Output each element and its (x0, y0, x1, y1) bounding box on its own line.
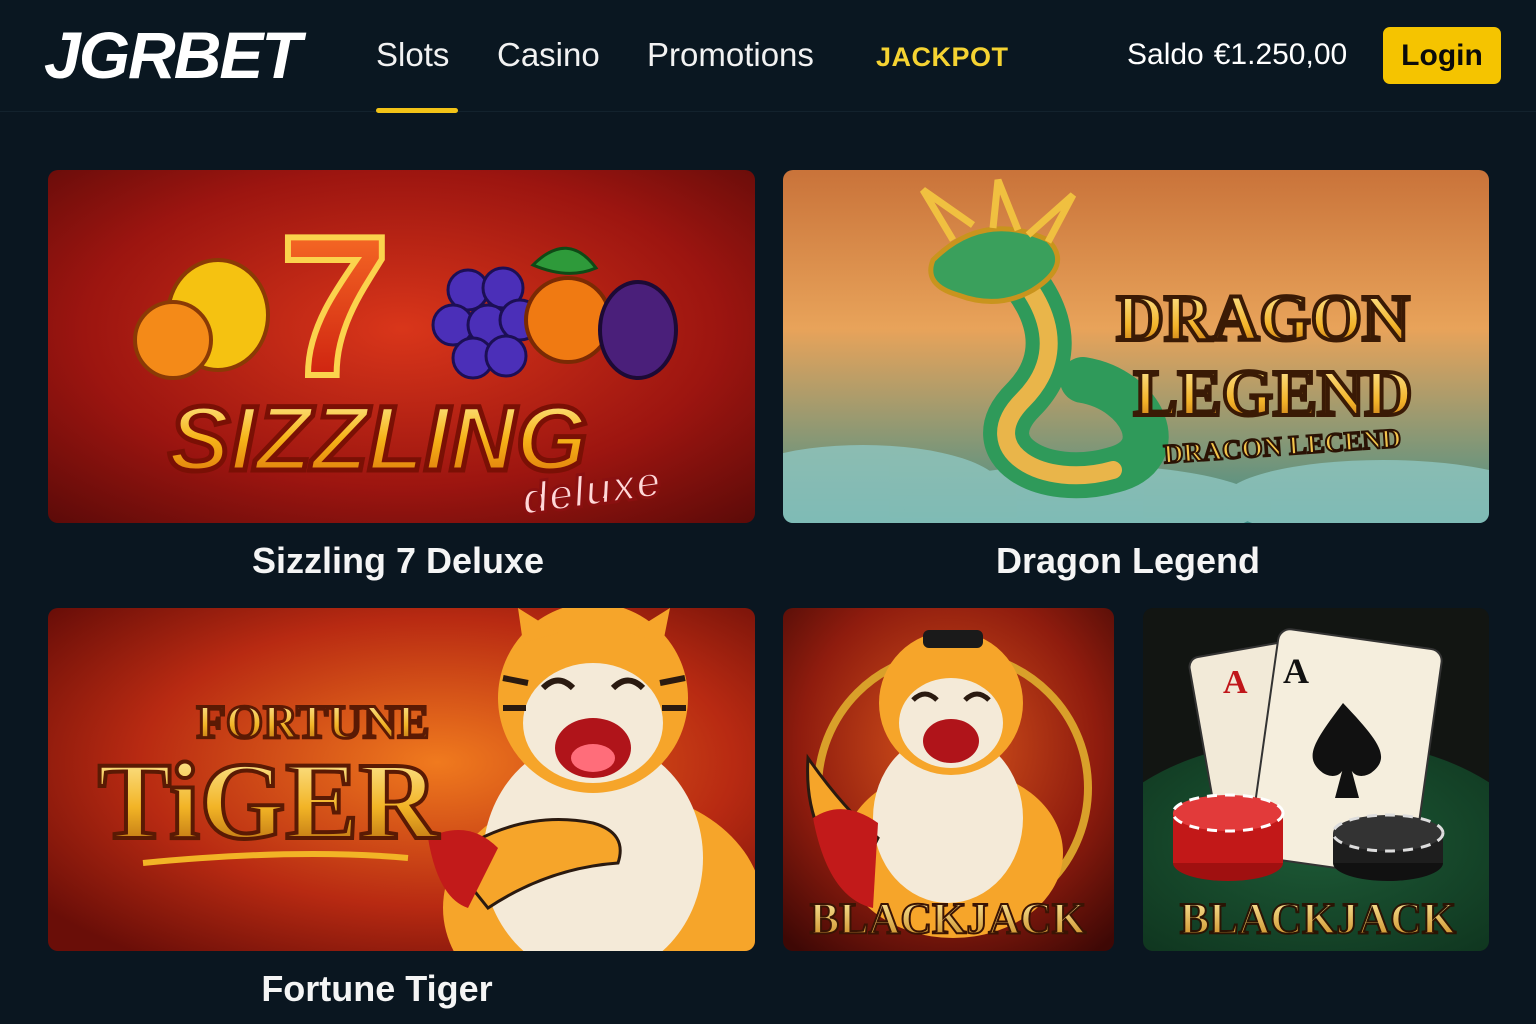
card-rank-spades: A (1283, 651, 1309, 691)
lucky-seven: 7 (279, 195, 390, 418)
login-button[interactable]: Login (1383, 27, 1501, 84)
dragon-logo-line1: DRAGON (1116, 282, 1409, 355)
red-chip-stack (1171, 793, 1285, 881)
blackjack-tiger-thumbnail: BLACKJACK (783, 608, 1114, 951)
orange-slice-icon (133, 300, 213, 380)
game-title-dragon-legend[interactable]: Dragon Legend (783, 540, 1473, 582)
brand-logo[interactable]: JGRBET (44, 22, 302, 88)
game-card-blackjack-classic[interactable]: A A BLACKJACK (1143, 608, 1489, 951)
balance-display: Saldo €1.250,00 (1127, 38, 1347, 72)
game-card-blackjack-tiger[interactable]: BLACKJACK (783, 608, 1114, 951)
fortune-tiger-thumbnail: FORTUNE TiGER (48, 608, 755, 951)
card-rank-hearts: A (1223, 664, 1248, 701)
nav-slots[interactable]: Slots (376, 36, 449, 74)
game-card-sizzling-7-deluxe[interactable]: 7 SIZZLING deluxe (48, 170, 755, 523)
game-title-sizzling[interactable]: Sizzling 7 Deluxe (48, 540, 748, 582)
game-card-fortune-tiger[interactable]: FORTUNE TiGER (48, 608, 755, 951)
balance-value: €1.250,00 (1213, 38, 1348, 71)
dragon-logo-line2: LEGEND (1134, 357, 1413, 430)
active-tab-indicator (376, 108, 458, 113)
nav-promotions[interactable]: Promotions (647, 36, 814, 74)
plum-icon (598, 280, 678, 380)
top-navbar: JGRBET Slots Casino Promotions JACKPOT S… (0, 0, 1536, 113)
balance-label: Saldo (1127, 38, 1204, 71)
dragon-legend-thumbnail: DRAGON LEGEND DRACON LECEND (783, 170, 1489, 523)
fortune-logo-line2: TiGER (98, 740, 440, 862)
black-chip-stack (1331, 813, 1445, 881)
blackjack-logo-text: BLACKJACK (1180, 894, 1456, 943)
sizzling-thumbnail: 7 SIZZLING deluxe (48, 170, 755, 523)
blackjack-logo-text: BLACKJACK (810, 894, 1086, 943)
nav-casino[interactable]: Casino (497, 36, 600, 74)
game-title-fortune-tiger[interactable]: Fortune Tiger (48, 968, 706, 1010)
orange-icon (524, 276, 612, 364)
game-card-dragon-legend[interactable]: DRAGON LEGEND DRACON LECEND (783, 170, 1489, 523)
blackjack-classic-thumbnail: A A BLACKJACK (1143, 608, 1489, 951)
nav-jackpot[interactable]: JACKPOT (876, 42, 1009, 73)
